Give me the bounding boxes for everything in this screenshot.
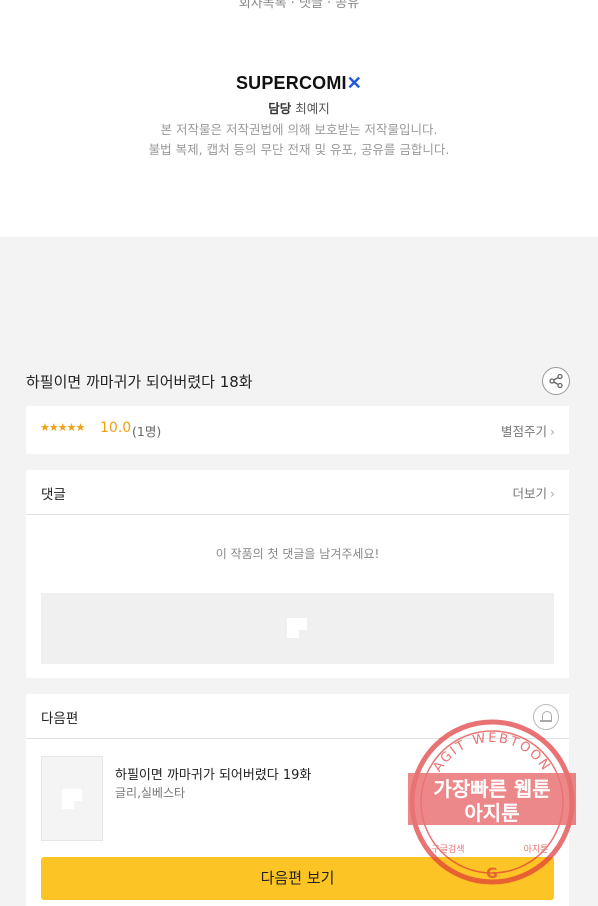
comments-header: 댓글 더보기 › (26, 470, 569, 515)
next-episode-authors: 글리,실베스타 (115, 786, 186, 800)
empty-comments-message: 이 작품의 첫 댓글을 남겨주세요! (215, 547, 380, 561)
next-episode-label: 다음편 (41, 711, 79, 727)
comments-card: 댓글 더보기 › 이 작품의 첫 댓글을 남겨주세요! (26, 470, 569, 678)
ad-placeholder[interactable] (41, 593, 554, 664)
supercomix-logo: SUPERCOMI✕ (235, 73, 363, 93)
image-placeholder-icon (62, 789, 82, 809)
chevron-right-icon: › (550, 424, 555, 439)
credit-line: 담당 최예지 (268, 101, 330, 116)
next-episode-button[interactable]: 다음편 보기 (41, 857, 554, 900)
bell-icon[interactable] (533, 704, 559, 730)
next-episode-header: 다음편 (26, 694, 569, 739)
top-cut-off-text: 회차목록 · 댓글 · 공유 (238, 0, 360, 11)
next-episode-title[interactable]: 하필이면 까마귀가 되어버렸다 19화 (115, 764, 311, 783)
next-episode-card: 다음편 하필이면 까마귀가 되어버렸다 19화 글리,실베스타 다음편 보기 (26, 694, 569, 906)
rating-score: 10.0 (100, 420, 132, 436)
rating-count: (1명) (132, 424, 162, 439)
copyright-section: 회차목록 · 댓글 · 공유 SUPERCOMI✕ 담당 최예지 본 저작물은 … (0, 0, 598, 237)
copyright-notice-2: 불법 복제, 캡처 등의 무단 전재 및 유포, 공유를 금합니다. (148, 142, 450, 157)
chevron-right-icon: › (550, 486, 555, 501)
comments-more-button[interactable]: 더보기 › (512, 483, 555, 502)
share-icon (549, 373, 563, 389)
rate-button[interactable]: 별점주기 › (501, 421, 555, 440)
copyright-notice-1: 본 저작물은 저작권법에 의해 보호받는 저작물입니다. (160, 122, 438, 137)
share-button[interactable] (542, 367, 570, 395)
rating-stars: ★★★★★ (40, 421, 85, 434)
comments-label: 댓글 (41, 487, 66, 503)
rating-card: ★★★★★ 10.0 (1명) 별점주기 › (26, 406, 569, 454)
episode-title: 하필이면 까마귀가 되어버렸다 18화 (26, 373, 253, 391)
next-episode-thumbnail[interactable] (41, 756, 103, 841)
image-placeholder-icon (287, 618, 307, 638)
